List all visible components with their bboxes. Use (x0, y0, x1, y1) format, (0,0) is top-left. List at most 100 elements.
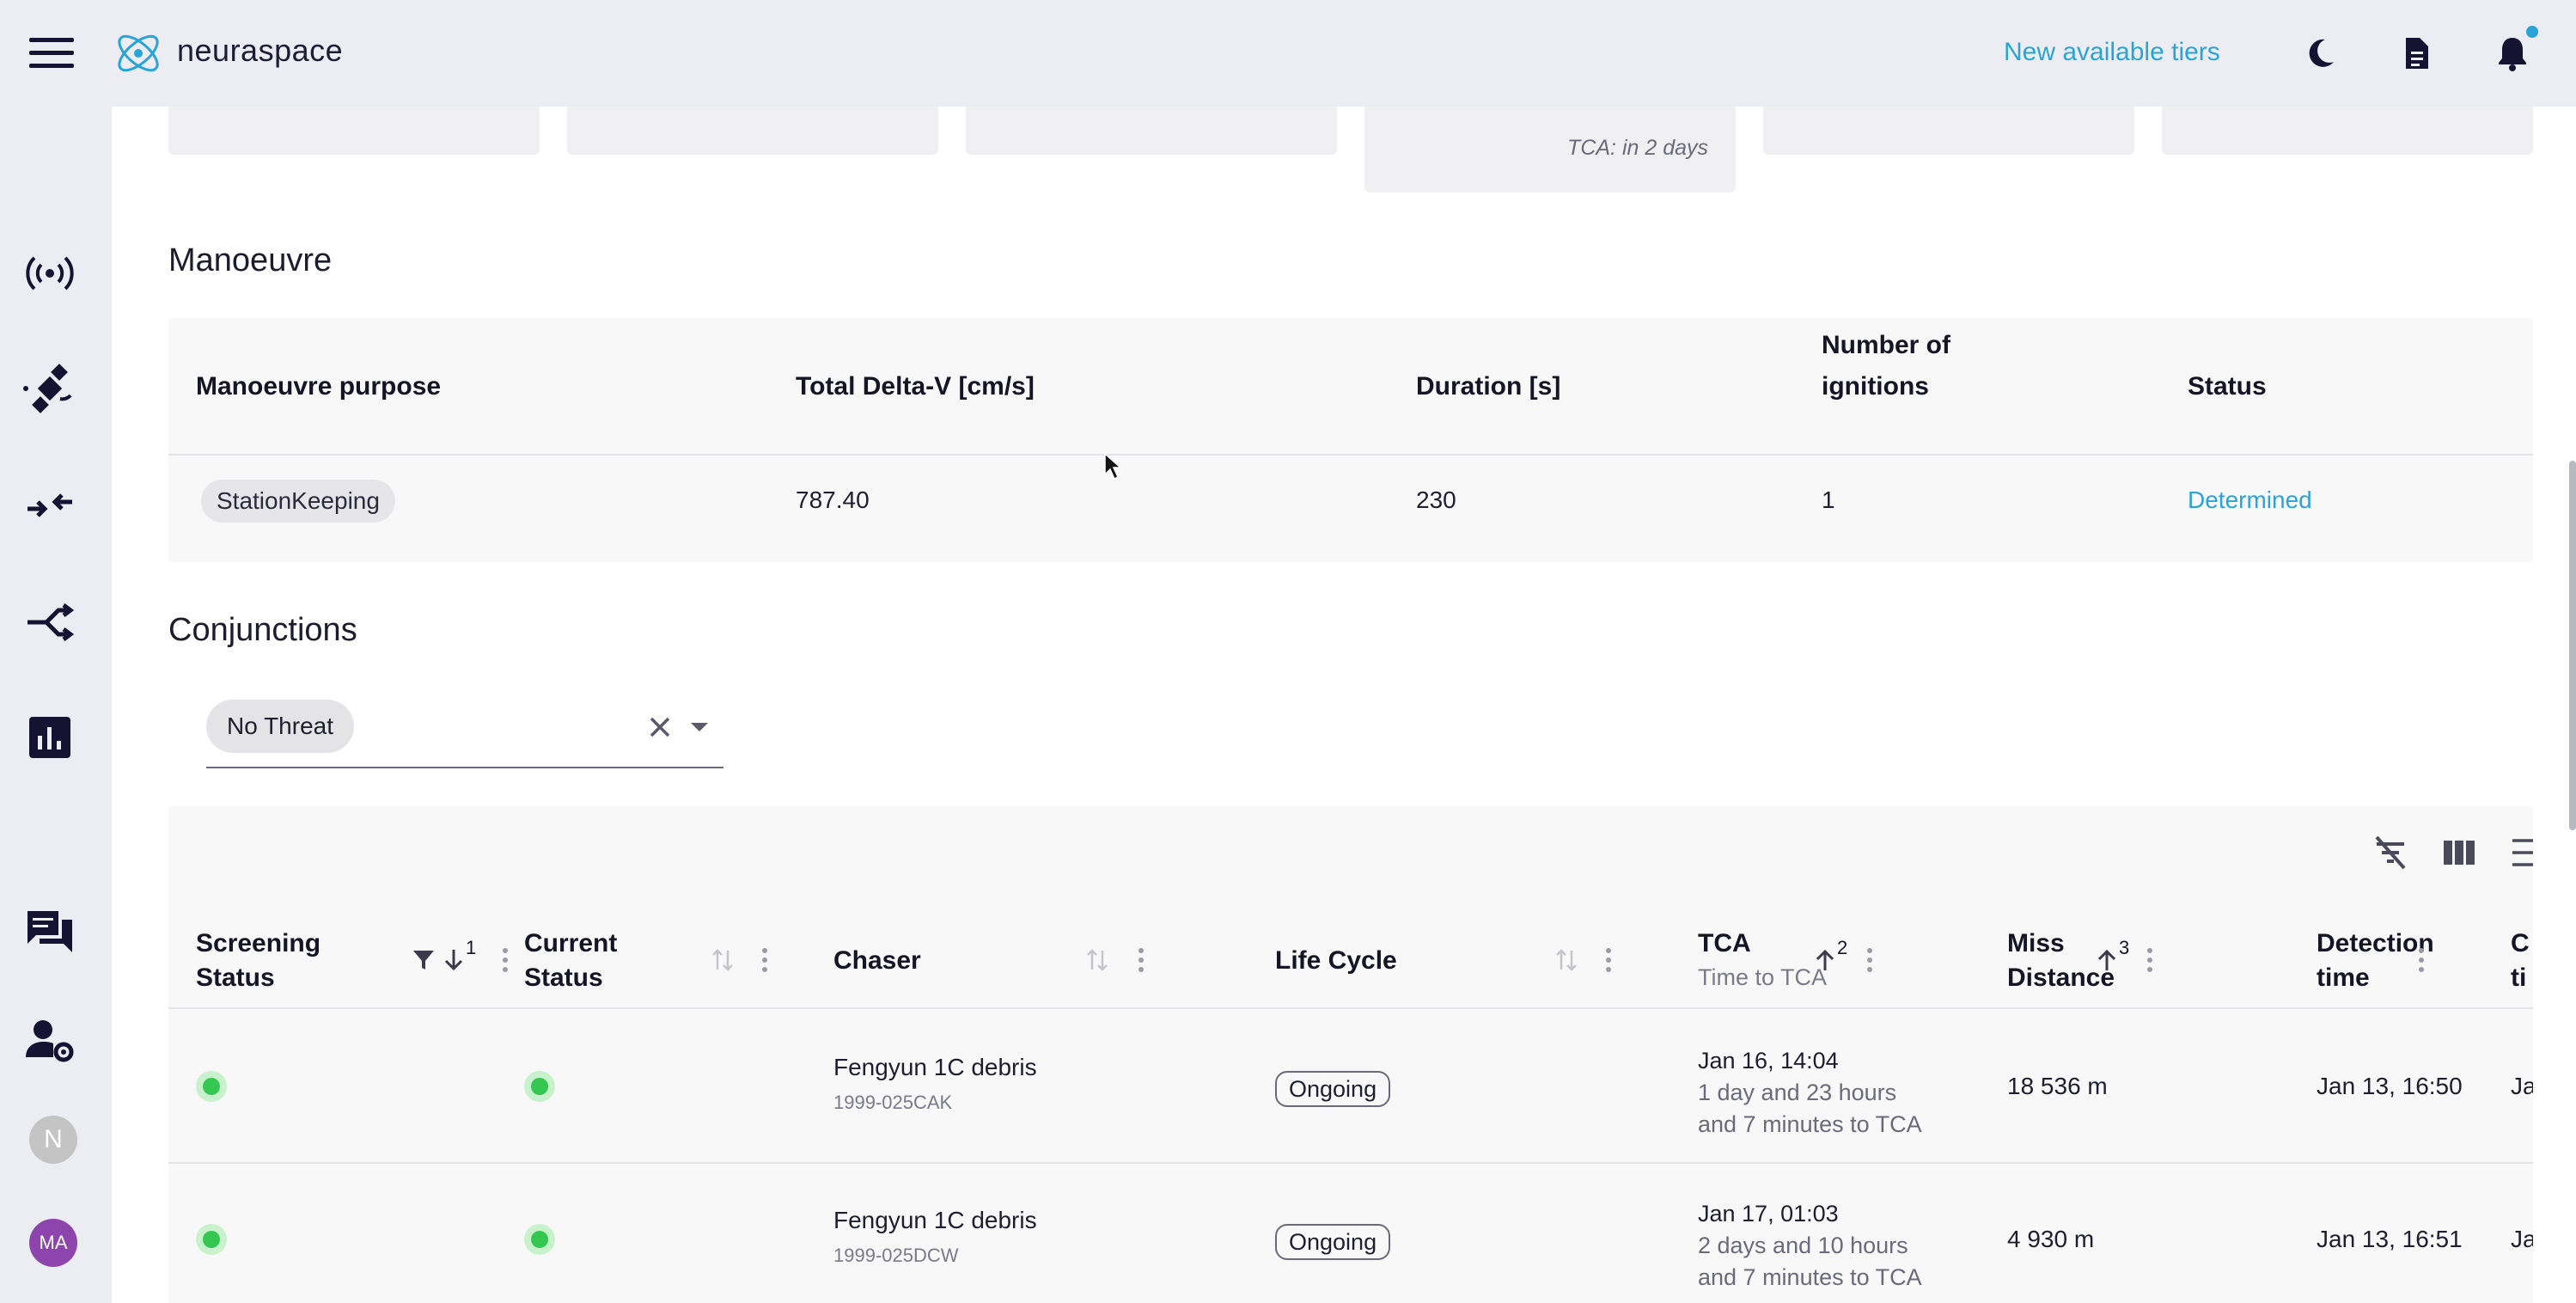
header-status: Status (2188, 372, 2267, 401)
mouse-cursor-icon (1104, 452, 1122, 480)
header-duration: Duration [s] (1416, 372, 1561, 401)
header-chaser[interactable]: Chaser (833, 944, 921, 978)
conjunctions-table: Screening Status 1 Current Status Chaser… (168, 806, 2533, 1303)
header-current-line1: Current (524, 929, 618, 957)
columns-icon[interactable] (2439, 832, 2480, 873)
column-menu-icon[interactable] (1136, 945, 1146, 975)
current-status-dot (524, 1224, 555, 1255)
header-screening-line1: Screening (196, 929, 321, 957)
manoeuvre-status-link[interactable]: Determined (2188, 486, 2312, 514)
tca-date: Jan 16, 14:04 (1698, 1048, 1839, 1074)
new-tiers-link[interactable]: New available tiers (2004, 38, 2220, 67)
brand-name: neuraspace (177, 33, 344, 68)
avatar-n[interactable]: N (29, 1116, 77, 1164)
detection-time: Jan 13, 16:50 (2317, 1073, 2463, 1099)
density-icon[interactable] (2507, 832, 2533, 873)
conjunctions-title: Conjunctions (168, 612, 357, 648)
manoeuvre-table: Manoeuvre purpose Total Delta-V [cm/s] D… (168, 318, 2533, 562)
screening-status-dot (196, 1071, 227, 1102)
filter-chip-no-threat[interactable]: No Threat (206, 700, 354, 753)
tca-summary-text: TCA: in 2 days (1567, 136, 1708, 160)
header-next-line1: C (2511, 929, 2530, 957)
sort-desc-icon[interactable] (442, 947, 466, 973)
conjunctions-table-header: Screening Status 1 Current Status Chaser… (168, 909, 2533, 1009)
tca-relative-line2: and 7 minutes to TCA (1698, 1264, 1922, 1290)
header-number-of-ignitions: Number of ignitions (1822, 325, 1950, 407)
avatar-ma[interactable]: MA (29, 1219, 77, 1267)
header-screening-status[interactable]: Screening Status (196, 927, 320, 995)
bell-icon[interactable] (2492, 33, 2533, 74)
summary-card-tca[interactable]: TCA: in 2 days (1364, 107, 1736, 193)
chaser-id: 1999-025CAK (833, 1092, 953, 1113)
header-next-column[interactable]: C ti (2511, 927, 2530, 995)
summary-card[interactable] (966, 107, 1337, 155)
next-column-value: Ja (2511, 1226, 2533, 1252)
table-row[interactable]: Fengyun 1C debris 1999-025CAK Ongoing Ja… (168, 1011, 2533, 1164)
satellite-icon[interactable] (22, 361, 77, 416)
branch-arrows-icon[interactable] (22, 593, 77, 648)
table-row[interactable]: Fengyun 1C debris 1999-025DCW Ongoing Ja… (168, 1164, 2533, 1303)
manoeuvre-purpose-chip: StationKeeping (201, 480, 395, 523)
column-menu-icon[interactable] (2416, 945, 2426, 975)
header-next-line2: ti (2511, 963, 2527, 992)
header-screening-line2: Status (196, 963, 275, 992)
sidebar: N MA (0, 107, 112, 1303)
merge-arrows-icon[interactable] (22, 478, 77, 533)
avatar-n-label: N (44, 1125, 63, 1153)
tca-relative-line2: and 7 minutes to TCA (1698, 1111, 1922, 1137)
tca-cell: Jan 16, 14:04 1 day and 23 hours and 7 m… (1698, 1045, 1922, 1141)
column-menu-icon[interactable] (500, 945, 510, 975)
close-icon[interactable] (646, 713, 674, 741)
chaser-name: Fengyun 1C debris (833, 1054, 1037, 1080)
sort-icon[interactable] (710, 947, 736, 973)
summary-card[interactable] (567, 107, 938, 155)
summary-card[interactable] (168, 107, 540, 155)
manoeuvre-table-header: Manoeuvre purpose Total Delta-V [cm/s] D… (168, 318, 2533, 456)
bar-chart-icon[interactable] (22, 710, 77, 765)
header-ignitions-line2: ignitions (1822, 372, 1929, 401)
header-tca-label: TCA (1698, 929, 1751, 957)
column-menu-icon[interactable] (2145, 945, 2155, 975)
next-column-value: Ja (2511, 1073, 2533, 1099)
sort-index-tca: 2 (1837, 937, 1848, 958)
notification-dot (2526, 26, 2538, 38)
manoeuvre-ignitions: 1 (1822, 486, 1835, 513)
sort-asc-icon[interactable] (1813, 947, 1837, 973)
sort-icon[interactable] (1554, 947, 1579, 973)
miss-distance: 18 536 m (2007, 1073, 2108, 1099)
header-life-cycle[interactable]: Life Cycle (1275, 944, 1397, 978)
column-menu-icon[interactable] (1603, 945, 1614, 975)
chevron-down-icon[interactable] (689, 720, 710, 734)
lifecycle-chip: Ongoing (1275, 1224, 1391, 1260)
sort-asc-icon[interactable] (2095, 947, 2119, 973)
detection-time: Jan 13, 16:51 (2317, 1226, 2463, 1252)
lifecycle-chip: Ongoing (1275, 1071, 1391, 1107)
summary-card[interactable] (2162, 107, 2533, 155)
sort-index-screening: 1 (466, 937, 477, 958)
broadcast-icon[interactable] (22, 246, 77, 301)
column-menu-icon[interactable] (760, 945, 770, 975)
chaser-name: Fengyun 1C debris (833, 1207, 1037, 1233)
summary-card[interactable] (1763, 107, 2134, 155)
sort-icon[interactable] (1084, 947, 1110, 973)
column-menu-icon[interactable] (1865, 945, 1875, 975)
main-content: TCA: in 2 days Manoeuvre Manoeuvre purpo… (112, 107, 2576, 1303)
filter-icon[interactable] (411, 947, 436, 973)
document-icon[interactable] (2396, 33, 2437, 74)
header-total-delta-v: Total Delta-V [cm/s] (796, 372, 1035, 401)
menu-icon[interactable] (29, 38, 74, 69)
sort-index-miss: 3 (2119, 937, 2130, 958)
screening-status-dot (196, 1224, 227, 1255)
threat-filter-select[interactable]: No Threat (206, 700, 723, 768)
miss-distance: 4 930 m (2007, 1226, 2095, 1252)
moon-icon[interactable] (2299, 33, 2341, 74)
header-current-line2: Status (524, 963, 603, 992)
header-tca[interactable]: TCA Time to TCA (1698, 927, 1827, 994)
header-current-status[interactable]: Current Status (524, 927, 617, 995)
chat-icon[interactable] (22, 904, 77, 959)
clear-filters-icon[interactable] (2370, 832, 2411, 873)
tca-relative-line1: 1 day and 23 hours (1698, 1080, 1897, 1105)
page-scrollbar[interactable] (2569, 461, 2576, 830)
user-settings-icon[interactable] (22, 1012, 77, 1067)
chaser-id: 1999-025DCW (833, 1245, 959, 1266)
